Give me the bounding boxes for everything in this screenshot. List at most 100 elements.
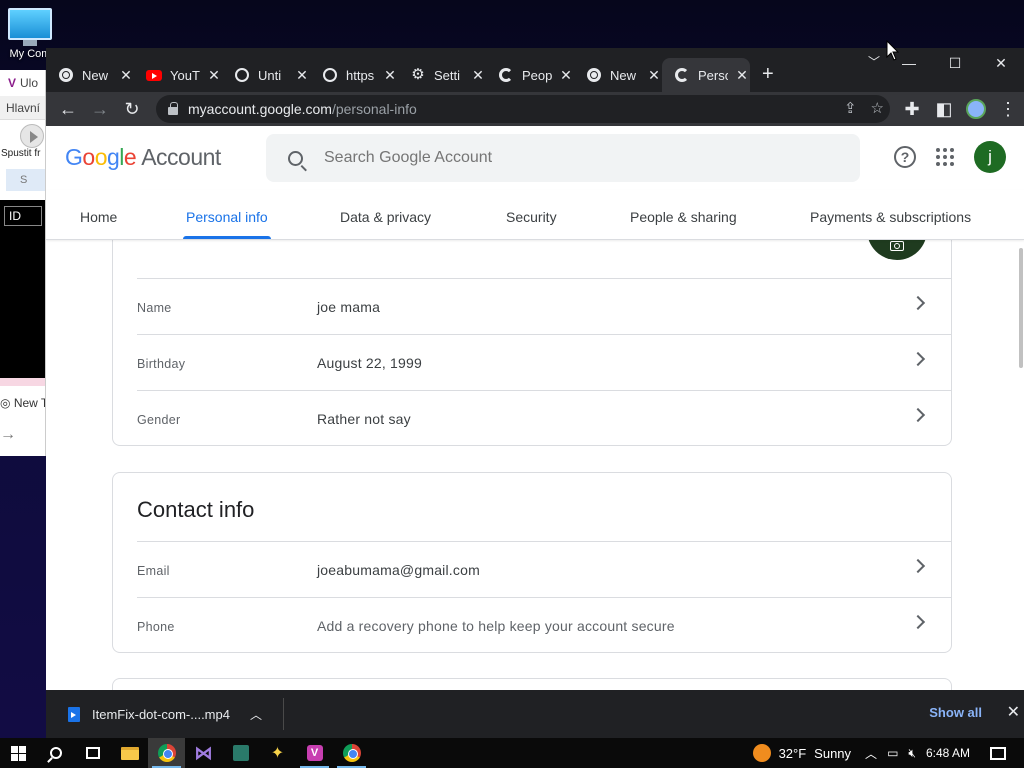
folder-icon [120, 746, 139, 760]
phone-row[interactable]: Phone Add a recovery phone to help keep … [137, 597, 951, 653]
monitor-icon [8, 8, 52, 40]
youtube-icon [146, 67, 162, 83]
forward-arrow-icon[interactable]: → [84, 94, 116, 124]
tab-untitled[interactable]: Unti ✕ [222, 58, 310, 92]
tab-data-privacy[interactable]: Data & privacy [340, 209, 431, 239]
sparkle-icon: ✦ [270, 745, 285, 762]
google-icon [498, 67, 514, 83]
close-tab-icon[interactable]: ✕ [384, 67, 396, 84]
tab-people[interactable]: Peop ✕ [486, 58, 574, 92]
download-field[interactable]: S [6, 169, 45, 191]
search-box[interactable] [266, 134, 860, 182]
tab-personal-info[interactable]: Perso✕ [662, 58, 750, 92]
birthday-row[interactable]: Birthday August 22, 1999 [137, 334, 951, 390]
google-account-logo[interactable]: Google Account [65, 144, 221, 171]
new-tab-plus-icon[interactable]: + [762, 63, 774, 86]
notification-icon[interactable] [990, 746, 1006, 760]
menu-kebab-icon[interactable]: ⋮ [992, 94, 1024, 124]
visual-studio-icon: ⋈ [194, 742, 213, 763]
tab-youtube[interactable]: YouT ✕ [134, 58, 222, 92]
google-apps-icon[interactable] [936, 148, 954, 166]
name-row[interactable]: Name joe mama [137, 278, 951, 334]
chrome-icon [157, 744, 176, 762]
close-tab-icon[interactable]: ✕ [120, 67, 132, 84]
sparkle-app-button[interactable]: ✦ [259, 738, 296, 768]
address-bar[interactable]: myaccount.google.com/personal-info ⇪ ☆ [156, 95, 890, 123]
weather-condition[interactable]: Sunny [814, 746, 851, 761]
network-icon[interactable]: ▭ [887, 746, 898, 760]
task-view-button[interactable] [74, 738, 111, 768]
app-button[interactable] [222, 738, 259, 768]
profile-avatar-icon[interactable] [960, 94, 992, 124]
show-all-button[interactable]: Show all [929, 705, 982, 720]
file-explorer-button[interactable] [111, 738, 148, 768]
tab-home[interactable]: Home [80, 209, 117, 239]
close-window-icon[interactable]: ✕ [978, 48, 1024, 78]
close-tab-icon[interactable]: ✕ [648, 67, 660, 84]
search-icon [49, 747, 62, 759]
app-icon [232, 745, 249, 761]
close-download-bar-icon[interactable]: ✕ [1007, 702, 1020, 722]
search-button[interactable] [37, 738, 74, 768]
system-tray: 32°F Sunny ︿ ▭ 🔇︎ 6:48 AM [752, 738, 1024, 768]
close-tab-icon[interactable]: ✕ [736, 67, 748, 84]
side-panel-icon[interactable]: ◧ [928, 94, 960, 124]
google-account-header: GoogleAccount ? j [46, 126, 1024, 190]
clock[interactable]: 6:48 AM [926, 746, 970, 760]
tab-settings[interactable]: ⚙ Setti ✕ [398, 58, 486, 92]
chevron-right-icon [910, 295, 926, 311]
visual-studio-button[interactable]: ⋈ [185, 738, 222, 768]
download-bar: ItemFix-dot-com-....mp4 ︿ Show all ✕ [46, 690, 1024, 738]
reload-icon[interactable]: ↻ [116, 94, 148, 124]
v-app-button[interactable]: V [296, 738, 333, 768]
scrollbar-thumb[interactable] [1019, 248, 1023, 368]
close-tab-icon[interactable]: ✕ [296, 67, 308, 84]
globe-icon [322, 67, 338, 83]
help-icon[interactable]: ? [894, 146, 916, 168]
volume-muted-icon[interactable]: 🔇︎ [908, 746, 916, 761]
lock-icon [168, 102, 178, 115]
download-item[interactable]: ItemFix-dot-com-....mp4 ︿ [58, 698, 284, 730]
next-card [112, 678, 952, 690]
tab-security[interactable]: Security [506, 209, 557, 239]
chrome-2-taskbar-button[interactable] [333, 738, 370, 768]
extensions-puzzle-icon[interactable]: ✚ [896, 94, 928, 124]
chrome-icon: ◎ [0, 396, 14, 410]
close-tab-icon[interactable]: ✕ [208, 67, 220, 84]
tab-https[interactable]: https ✕ [310, 58, 398, 92]
play-icon[interactable] [20, 124, 44, 148]
close-tab-icon[interactable]: ✕ [472, 67, 484, 84]
gender-row[interactable]: Gender Rather not say [137, 390, 951, 446]
contact-info-card: Contact info Email joeabumama@gmail.com … [112, 472, 952, 653]
tab-new-2[interactable]: New ✕ [574, 58, 662, 92]
account-avatar[interactable]: j [974, 141, 1006, 173]
chevron-up-icon[interactable]: ︿ [865, 745, 877, 762]
video-file-icon [68, 706, 80, 722]
arrow-icon[interactable]: → [0, 426, 16, 444]
tab-payments-subscriptions[interactable]: Payments & subscriptions [810, 209, 971, 239]
scrollbar[interactable] [1018, 240, 1024, 690]
bookmark-star-icon[interactable]: ☆ [871, 99, 884, 117]
page-content: GoogleAccount ? j Home Personal info Dat… [46, 126, 1024, 690]
new-tab-label[interactable]: ◎ New T [0, 396, 45, 410]
maximize-icon[interactable]: ☐ [932, 48, 978, 78]
background-window[interactable]: V Ulo Hlavní Spustit fr S ID ◎ New T → [0, 70, 46, 456]
tab-new-1[interactable]: New ✕ [46, 58, 134, 92]
start-button[interactable] [0, 738, 37, 768]
chrome-taskbar-button[interactable] [148, 738, 185, 768]
window-controls: — ☐ ✕ [886, 48, 1024, 78]
tab-search-chevron-icon[interactable]: ﹀ [868, 53, 880, 70]
chevron-up-icon[interactable]: ︿ [250, 706, 262, 723]
tab-people-sharing[interactable]: People & sharing [630, 209, 737, 239]
close-tab-icon[interactable]: ✕ [560, 67, 572, 84]
search-input[interactable] [324, 149, 824, 167]
back-arrow-icon[interactable]: ← [52, 94, 84, 124]
temperature[interactable]: 32°F [779, 746, 807, 761]
id-field[interactable]: ID [4, 206, 42, 226]
search-icon[interactable] [266, 150, 324, 166]
windows-logo-icon [11, 745, 26, 761]
share-icon[interactable]: ⇪ [844, 99, 857, 117]
sun-weather-icon[interactable] [752, 744, 771, 762]
email-row[interactable]: Email joeabumama@gmail.com [137, 541, 951, 597]
tab-personal-info[interactable]: Personal info [183, 209, 271, 239]
